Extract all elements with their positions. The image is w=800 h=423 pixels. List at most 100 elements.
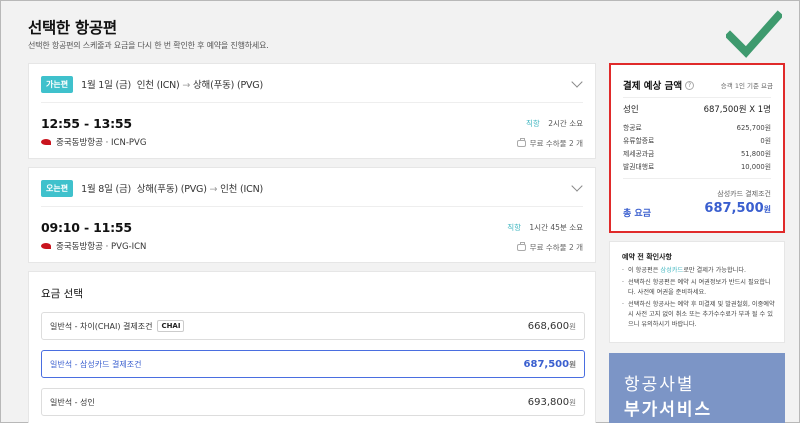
inbound-airline-text: 중국동방항공 · PVG-ICN [56, 242, 147, 252]
notice-text: 이 항공편은 [628, 267, 661, 274]
check-icon [726, 10, 782, 58]
chevron-down-icon[interactable] [571, 76, 583, 88]
notice-highlight: 삼성카드 [660, 267, 684, 274]
inbound-origin: 상해(푸동) (PVG) [136, 184, 207, 195]
fare-option-amount: 687,500원 [524, 359, 576, 370]
inbound-direct: 직항 [507, 223, 522, 232]
summary-row: 항공료 625,700원 [623, 122, 771, 132]
inbound-duration: 1시간 45분 소요 [529, 223, 583, 232]
outbound-direct: 직항 [526, 119, 540, 128]
inbound-date: 1월 8일 (금) [81, 184, 132, 195]
outbound-baggage: 무료 수하물 2 개 [529, 139, 583, 148]
row-label: 유류할증료 [623, 137, 655, 145]
fare-option-amount: 693,800원 [528, 397, 576, 408]
row-value: 51,800원 [740, 150, 771, 158]
fare-option-adult[interactable]: 일반석 - 성인 693,800원 [41, 388, 585, 416]
notice-item: 선택하신 항공편은 예약 시 여권정보가 반드시 필요합니다. 사전에 여권을 … [622, 278, 778, 298]
banner-line2: 부가서비스 [624, 400, 713, 420]
total-amount: 687,500원 [704, 201, 771, 216]
divider [41, 102, 583, 103]
baggage-icon [516, 138, 526, 147]
fare-option-label: 일반석 - 차이(CHAI) 결제조건 CHAI [50, 320, 185, 332]
fare-amount-value: 693,800 [527, 396, 570, 408]
inbound-time: 09:10 - 11:55 [41, 220, 132, 235]
fare-selection-card: 요금 선택 일반석 - 차이(CHAI) 결제조건 CHAI 668,600원 … [28, 271, 596, 423]
airline-logo-icon [41, 138, 52, 146]
route-arrow: → [209, 184, 218, 195]
row-label: 제세공과금 [623, 150, 655, 158]
summary-row: 발권대행료 10,000원 [623, 161, 771, 171]
row-label: 항공료 [623, 124, 642, 132]
outbound-duration: 2시간 소요 [548, 119, 583, 128]
total-label: 총 요금 [623, 209, 651, 219]
row-value: 0원 [760, 137, 771, 145]
summary-row: 제세공과금 51,800원 [623, 148, 771, 158]
adult-value: 687,500원 X 1명 [703, 105, 771, 115]
inbound-route: 1월 8일 (금) 상해(푸동) (PVG) → 인천 (ICN) [81, 181, 263, 195]
inbound-airline: 중국동방항공 · PVG-ICN [41, 240, 146, 252]
outbound-duration-info: 직항 2시간 소요 [526, 118, 583, 129]
inbound-baggage: 무료 수하물 2 개 [529, 243, 583, 252]
fare-option-label: 일반석 - 삼성카드 결제조건 [50, 359, 142, 369]
summary-title-text: 결제 예상 금액 [623, 81, 683, 92]
outbound-badge: 가는편 [41, 75, 74, 93]
row-value: 625,700원 [736, 124, 771, 132]
summary-basis: 승객 1인 기준 요금 [720, 82, 773, 90]
fare-option-label: 일반석 - 성인 [50, 397, 95, 407]
fare-option-chai[interactable]: 일반석 - 차이(CHAI) 결제조건 CHAI 668,600원 [41, 312, 585, 340]
help-icon[interactable]: ? [685, 80, 695, 90]
currency-unit: 원 [569, 321, 576, 331]
currency-unit: 원 [569, 359, 576, 369]
route-arrow: → [182, 80, 191, 91]
total-unit: 원 [763, 205, 771, 214]
outbound-flight-card[interactable]: 가는편 1월 1일 (금) 인천 (ICN) → 상해(푸동) (PVG) 12… [28, 63, 596, 159]
divider [623, 178, 771, 179]
fare-option-label-text: 일반석 - 차이(CHAI) 결제조건 [50, 321, 153, 331]
fare-option-samsung[interactable]: 일반석 - 삼성카드 결제조건 687,500원 [41, 350, 585, 378]
booking-notice: 예약 전 확인사항 이 항공편은 삼성카드로만 결제가 가능합니다. 선택하신 … [609, 241, 785, 343]
fare-title: 요금 선택 [41, 288, 83, 300]
fare-option-amount: 668,600원 [528, 321, 576, 332]
notice-item: 이 항공편은 삼성카드로만 결제가 가능합니다. [622, 266, 778, 276]
chevron-down-icon[interactable] [571, 180, 583, 192]
summary-adult-row: 성인 687,500원 X 1명 [623, 103, 771, 115]
notice-text: 로만 결제가 가능합니다. [683, 267, 747, 274]
baggage-icon [516, 242, 526, 251]
inbound-baggage-info: 무료 수하물 2 개 [516, 242, 583, 253]
divider [41, 206, 583, 207]
fare-amount-value: 668,600 [527, 320, 570, 332]
summary-row: 유류할증료 0원 [623, 135, 771, 145]
payment-summary-box: 결제 예상 금액 ? 승객 1인 기준 요금 성인 687,500원 X 1명 … [609, 63, 785, 233]
airline-services-banner[interactable]: 항공사별 부가서비스 [609, 353, 785, 423]
inbound-duration-info: 직항 1시간 45분 소요 [507, 222, 583, 233]
row-value: 10,000원 [740, 163, 771, 171]
summary-condition: 삼성카드 결제조건 [717, 190, 771, 198]
total-amount-value: 687,500 [704, 201, 764, 216]
summary-title: 결제 예상 금액 ? [623, 78, 695, 92]
outbound-route: 1월 1일 (금) 인천 (ICN) → 상해(푸동) (PVG) [81, 77, 263, 91]
page-title: 선택한 항공편 [28, 19, 117, 37]
inbound-destination: 인천 (ICN) [220, 184, 263, 195]
notice-title: 예약 전 확인사항 [622, 253, 672, 261]
divider [623, 97, 771, 98]
fare-amount-value: 687,500 [523, 358, 570, 370]
notice-list: 이 항공편은 삼성카드로만 결제가 가능합니다. 선택하신 항공편은 예약 시 … [622, 266, 778, 332]
outbound-destination: 상해(푸동) (PVG) [192, 80, 263, 91]
inbound-badge: 오는편 [41, 179, 74, 197]
adult-label: 성인 [623, 105, 639, 115]
chai-logo: CHAI [157, 320, 185, 332]
currency-unit: 원 [569, 397, 576, 407]
outbound-time: 12:55 - 13:55 [41, 116, 132, 131]
page-subtitle: 선택한 항공편의 스케줄과 요금을 다시 한 번 확인한 후 예약을 진행하세요… [28, 41, 269, 50]
banner-line1: 항공사별 [624, 375, 695, 395]
outbound-header: 가는편 1월 1일 (금) 인천 (ICN) → 상해(푸동) (PVG) [41, 75, 263, 93]
inbound-header: 오는편 1월 8일 (금) 상해(푸동) (PVG) → 인천 (ICN) [41, 179, 263, 197]
inbound-flight-card[interactable]: 오는편 1월 8일 (금) 상해(푸동) (PVG) → 인천 (ICN) 09… [28, 167, 596, 263]
row-label: 발권대행료 [623, 163, 655, 171]
outbound-date: 1월 1일 (금) [81, 80, 132, 91]
outbound-airline-text: 중국동방항공 · ICN-PVG [56, 138, 147, 148]
airline-logo-icon [41, 242, 52, 250]
outbound-origin: 인천 (ICN) [136, 80, 180, 91]
notice-item: 선택하신 항공사는 예약 후 미결제 및 발권철회, 이중예약 시 사전 고지 … [622, 300, 778, 330]
outbound-airline: 중국동방항공 · ICN-PVG [41, 136, 146, 148]
